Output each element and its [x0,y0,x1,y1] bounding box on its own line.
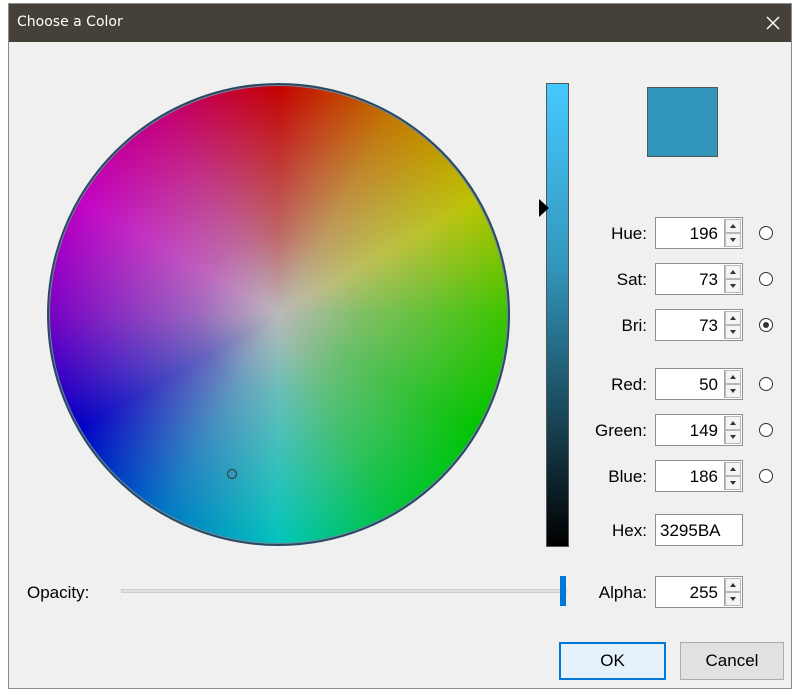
color-preview-swatch [647,87,718,157]
hue-up-button[interactable] [725,219,741,233]
hue-input[interactable]: 196 [655,217,743,249]
red-spinner[interactable] [724,370,741,398]
ok-button[interactable]: OK [559,642,666,680]
opacity-label: Opacity: [27,583,90,602]
alpha-up-button[interactable] [725,578,741,592]
dialog-title: Choose a Color [17,14,123,30]
alpha-input[interactable]: 255 [655,576,743,608]
green-down-button[interactable] [725,430,741,444]
bri-value: 73 [699,316,718,335]
sat-down-button[interactable] [725,279,741,293]
sat-value: 73 [699,270,718,289]
green-value: 149 [689,421,718,440]
red-label: Red: [611,375,647,394]
opacity-slider-track[interactable] [121,589,567,593]
blue-up-button[interactable] [725,462,741,476]
red-radio[interactable] [759,377,773,391]
green-input[interactable]: 149 [655,414,743,446]
blue-down-button[interactable] [725,476,741,490]
alpha-label: Alpha: [598,583,647,602]
blue-label: Blue: [608,467,647,486]
bri-up-button[interactable] [725,311,741,325]
hue-label: Hue: [611,224,647,243]
hue-radio[interactable] [759,226,773,240]
sat-label: Sat: [616,270,647,289]
close-icon [766,16,780,30]
cancel-button[interactable]: Cancel [680,642,784,680]
title-bar: Choose a Color [9,4,791,42]
green-up-button[interactable] [725,416,741,430]
green-label: Green: [595,421,647,440]
sat-up-button[interactable] [725,265,741,279]
color-wheel-marker[interactable] [227,469,237,479]
blue-spinner[interactable] [724,462,741,490]
sat-radio[interactable] [759,272,773,286]
hue-spinner[interactable] [724,219,741,247]
red-up-button[interactable] [725,370,741,384]
hue-down-button[interactable] [725,233,741,247]
hue-value: 196 [689,224,718,243]
alpha-value: 255 [689,583,718,602]
bri-spinner[interactable] [724,311,741,339]
close-button[interactable] [757,8,789,38]
alpha-down-button[interactable] [725,592,741,606]
blue-radio[interactable] [759,469,773,483]
color-dialog: Choose a Color Hue: 196 Sat: 73 Bri: 73 … [8,3,792,689]
green-spinner[interactable] [724,416,741,444]
sat-input[interactable]: 73 [655,263,743,295]
bri-input[interactable]: 73 [655,309,743,341]
brightness-slider-arrow[interactable] [539,199,549,217]
green-radio[interactable] [759,423,773,437]
hex-input[interactable]: 3295BA [655,514,743,546]
bri-radio[interactable] [759,318,773,332]
blue-value: 186 [689,467,718,486]
color-wheel[interactable] [47,83,510,546]
hex-value: 3295BA [660,521,721,540]
sat-spinner[interactable] [724,265,741,293]
bri-down-button[interactable] [725,325,741,339]
red-input[interactable]: 50 [655,368,743,400]
alpha-spinner[interactable] [724,578,741,606]
red-value: 50 [699,375,718,394]
red-down-button[interactable] [725,384,741,398]
bri-label: Bri: [621,316,648,335]
hex-label: Hex: [612,521,647,540]
blue-input[interactable]: 186 [655,460,743,492]
